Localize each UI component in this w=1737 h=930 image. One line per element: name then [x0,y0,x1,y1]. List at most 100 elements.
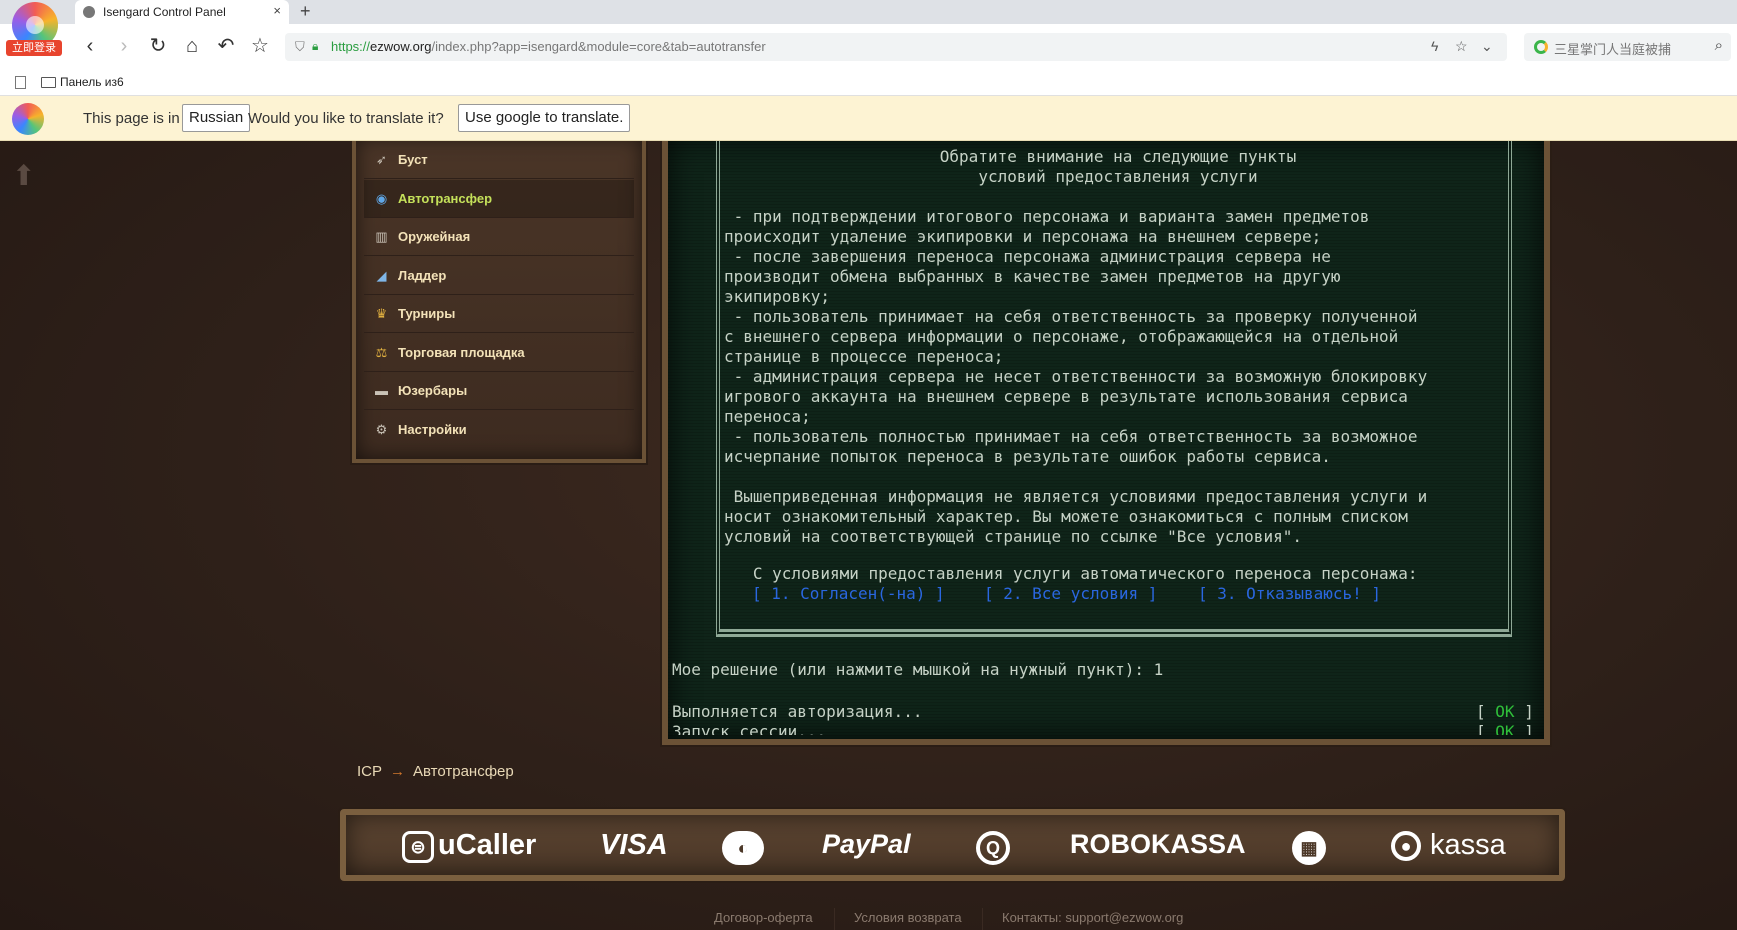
paypal-logo: PayPal [822,829,911,859]
status-authorization: Выполняется авторизация... [672,702,923,721]
ucaller-logo: uCaller [438,829,537,861]
yoomoney-logo-icon: ● [1391,831,1421,861]
terms-body-line: - после завершения переноса персонажа ад… [724,247,1331,266]
terms-body-line: носит ознакомительный характер. Вы может… [724,507,1408,526]
back-icon[interactable]: ‹ [78,34,102,58]
menu-item-label: Буст [398,152,428,167]
terms-body-line: - пользователь полностью принимает на се… [724,427,1418,446]
terms-body-line: странице в процессе переноса; [724,347,1004,366]
menu-item-marketplace[interactable]: ⚖ Торговая площадка [364,334,634,372]
terminal-window: Обратите внимание на следующие пункты ус… [662,141,1550,745]
undo-icon[interactable]: ↶ [214,34,238,58]
reload-icon[interactable]: ↻ [146,34,170,58]
terms-body-line: - пользователь принимает на себя ответст… [724,307,1418,326]
sidebar-menu: ➶ Буст ◉ Автотрансфер ▥ Оружейная ◢ Ладд… [352,141,646,463]
ok-bracket-close: ] [1524,702,1534,721]
terms-body-line: - при подтверждении итогового персонажа … [724,207,1370,226]
new-tab-icon[interactable]: + [300,1,311,22]
ok-label: OK [1495,702,1515,721]
favorite-star-icon[interactable]: ☆ [1455,38,1468,55]
translate-bar: This page is in Russian Would you like t… [0,96,1737,141]
status-session: Запуск сессии... [672,722,827,735]
rocket-icon: ➶ [376,152,387,167]
ok-bracket-open: [ [1476,702,1486,721]
footer-divider [982,908,983,930]
option-all-terms-link[interactable]: [ 2. Все условия ] [984,584,1157,604]
ladder-chart-icon: ◢ [376,268,387,283]
page-icon[interactable] [15,76,26,89]
url-scheme: https:// [331,39,371,54]
option-agree-link[interactable]: [ 1. Согласен(-на) ] [752,584,945,604]
browser-tab[interactable]: Isengard Control Panel × [75,0,289,24]
forward-icon[interactable]: › [112,34,136,58]
menu-item-settings[interactable]: ⚙ Настройки [364,411,634,449]
webmoney-logo-icon: ▦ [1292,831,1326,865]
address-bar[interactable]: ⛉ 🔒︎ https://ezwow.org/index.php?app=ise… [285,33,1507,61]
search-box[interactable]: 三星掌门人当庭被捕 ⌕ [1524,33,1731,61]
translate-prefix: This page is in [83,110,180,127]
scales-icon: ⚖ [375,345,388,360]
menu-item-label: Юзербары [398,383,468,398]
menu-item-label: Торговая площадка [398,345,525,360]
search-icon[interactable]: ⌕ [1715,37,1723,54]
menu-item-ladder[interactable]: ◢ Ладдер [364,257,634,295]
chevron-down-icon[interactable]: ⌄ [1481,38,1493,55]
armory-icon: ▥ [375,229,388,244]
ok-label: OK [1495,722,1515,735]
breadcrumb-arrow-icon: → [390,763,406,780]
terms-dialog: Обратите внимание на следующие пункты ус… [716,141,1512,637]
terms-body-line: Вышеприведенная информация не является у… [724,487,1428,506]
bookmark-star-icon[interactable]: ☆ [248,34,272,58]
kassa-logo: kassa [1430,829,1506,861]
qiwi-logo-icon: Q [976,831,1010,865]
scroll-up-arrow-icon[interactable]: ⬆ [12,162,38,190]
site-favicon-icon [83,6,95,18]
translate-button[interactable]: Use google to translate. [458,104,631,132]
page-content: ⬆ ➶ Буст ◉ Автотрансфер ▥ Оружейная ◢ Ла… [0,141,1737,930]
menu-item-label: Ладдер [398,268,447,283]
menu-item-label: Настройки [398,422,467,437]
home-icon[interactable]: ⌂ [180,34,204,58]
search-input[interactable]: 三星掌门人当庭被捕 [1554,39,1671,58]
lock-icon: 🔒︎ [312,39,319,53]
browser-tab-bar: Isengard Control Panel × + [0,0,1737,24]
bookmark-folder-label[interactable]: Панель из6 [60,75,124,89]
url-text[interactable]: https://ezwow.org/index.php?app=isengard… [331,39,766,54]
footer-link-refund[interactable]: Условия возврата [854,910,962,925]
breadcrumb-root-link[interactable]: ICP [357,763,382,780]
folder-icon[interactable] [41,77,56,88]
breadcrumb-current[interactable]: Автотрансфер [413,763,514,780]
translate-logo-icon [12,103,44,135]
terms-body-line: с внешнего сервера информации о персонаж… [724,327,1399,346]
menu-item-autotransfer[interactable]: ◉ Автотрансфер [364,180,634,218]
menu-item-label: Автотрансфер [398,191,493,206]
login-badge[interactable]: 立即登录 [6,40,62,56]
close-tab-icon[interactable]: × [273,3,281,18]
globe-icon: ◉ [375,191,388,206]
userbar-icon: ▬ [375,383,388,398]
menu-item-label: Оружейная [398,229,471,244]
url-domain: ezwow.org [370,39,432,54]
menu-item-boost[interactable]: ➶ Буст [364,141,634,179]
shield-icon: ⛉ [295,39,305,54]
translate-question: Would you like to translate it? [248,110,444,127]
menu-item-label: Турниры [398,306,456,321]
menu-item-tournaments[interactable]: ♛ Турниры [364,295,634,333]
footer-link-contacts[interactable]: Контакты: support@ezwow.org [1002,910,1183,925]
language-select[interactable]: Russian [182,104,251,132]
terms-body-line: исчерпание попыток переноса в результате… [724,447,1331,466]
footer-link-offer[interactable]: Договор-оферта [714,910,813,925]
terms-body-line: - администрация сервера не несет ответст… [724,367,1428,386]
option-decline-link[interactable]: [ 3. Отказываюсь! ] [1198,584,1381,604]
url-path: /index.php?app=isengard&module=core&tab=… [431,39,766,54]
menu-item-userbars[interactable]: ▬ Юзербары [364,372,634,410]
menu-item-armory[interactable]: ▥ Оружейная [364,218,634,256]
lightning-icon[interactable]: ϟ [1431,38,1438,54]
payment-methods-bar: ⊜ uCaller VISA ◐ PayPal Q ROBOKASSA ▦ ● … [340,809,1565,881]
ok-bracket-open: [ [1476,722,1486,735]
footer: Договор-оферта Условия возврата Контакты… [0,906,1737,930]
terms-body-line: экипировку; [724,287,830,306]
gear-icon: ⚙ [375,422,388,437]
footer-divider [834,908,835,930]
trophy-icon: ♛ [375,306,388,321]
